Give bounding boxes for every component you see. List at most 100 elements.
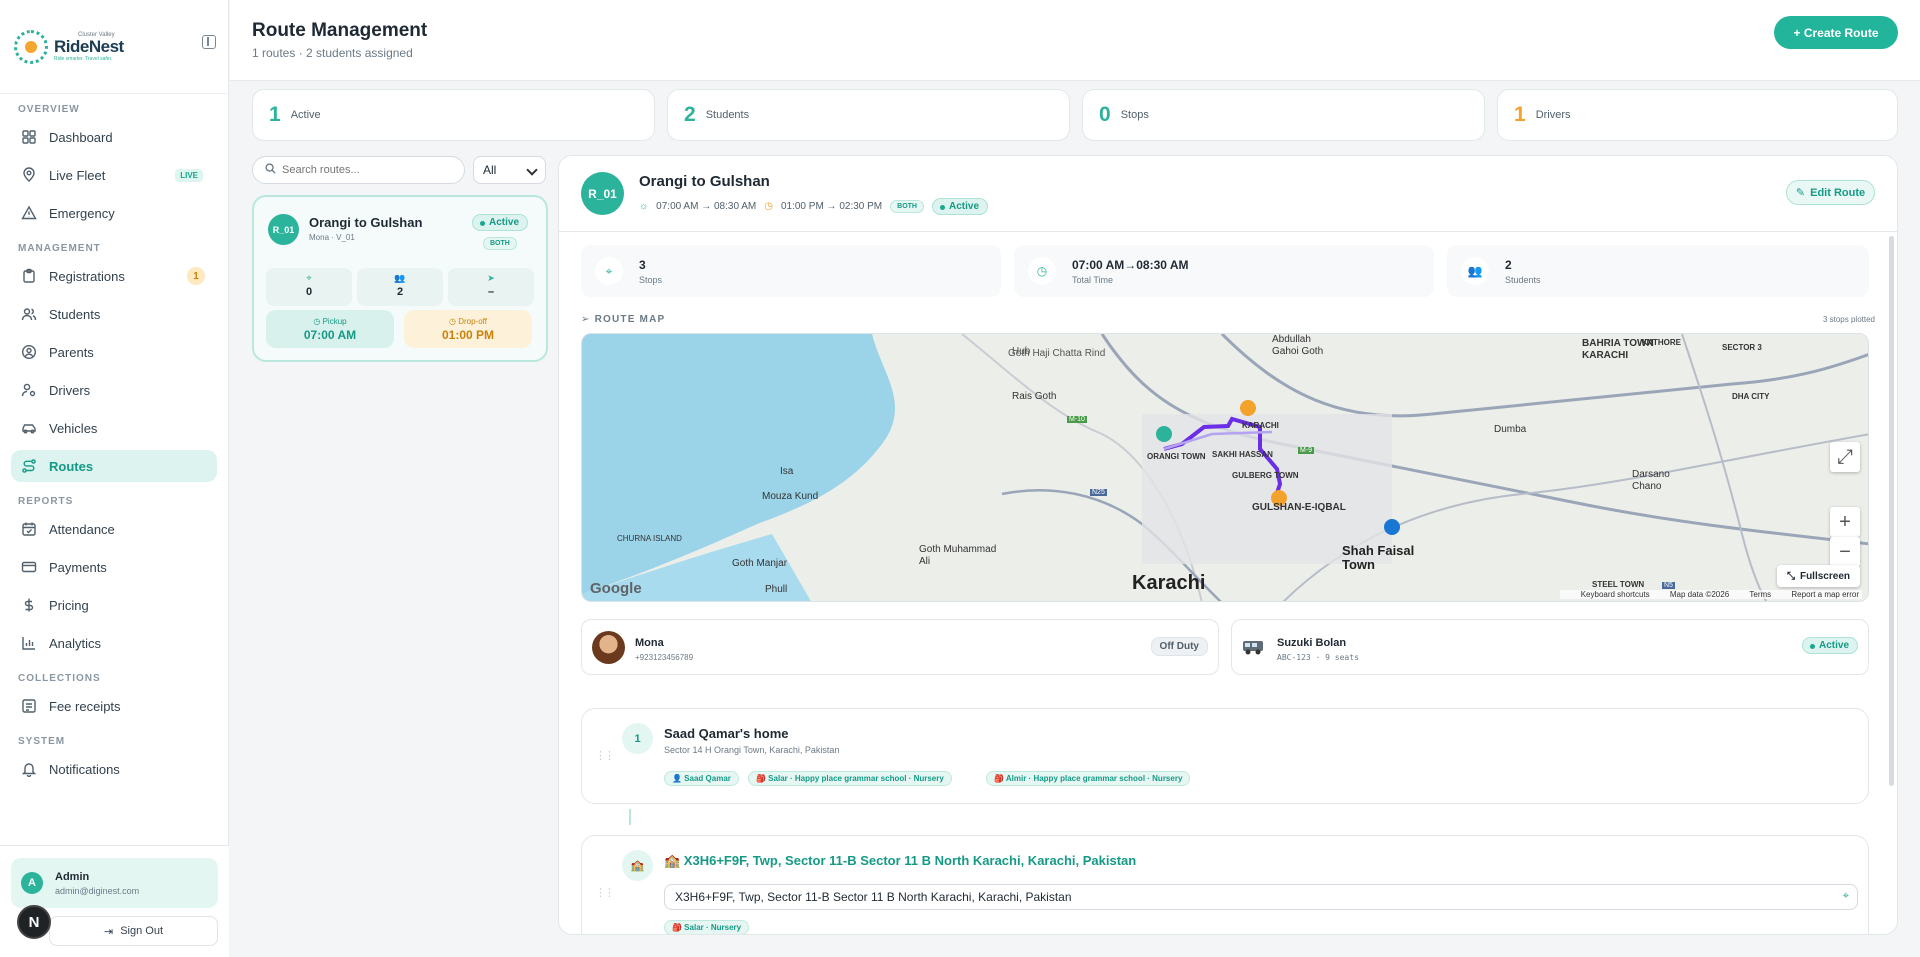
stop-card[interactable]: ⋮⋮ 🏫 🏫 X3H6+F9F, Twp, Sector 11-B Sector… [581,835,1869,934]
user-card[interactable]: A Admin admin@diginest.com [11,858,218,908]
sidebar-item-registrations[interactable]: Registrations 1 [11,260,217,292]
report-map-error-link[interactable]: Report a map error [1791,590,1859,599]
bell-icon [21,761,37,777]
map-label: Abdullah Gahoi Goth [1272,334,1324,357]
route-icon [21,458,37,474]
route-code-badge: R_01 [581,172,624,215]
pickup-label: Pickup [322,317,347,326]
map-recenter-button[interactable]: ⤢ [1830,442,1860,472]
sidebar-item-payments[interactable]: Payments [11,551,217,583]
vehicle-plate: ABC-123 · 9 seats [1277,653,1359,662]
logo-name: RideNest [54,36,124,56]
sidebar-item-dashboard[interactable]: Dashboard [11,121,217,153]
pencil-icon: ✎ [1795,187,1806,199]
map-label: Karachi [1132,572,1206,594]
calendar-check-icon [21,521,37,537]
map-label: Mouza Kund [762,491,819,502]
info-card-stops: ⌖ 3 Stops [581,245,1001,297]
stop-title: Saad Qamar's home [664,726,789,741]
stop-address-input[interactable]: X3H6+F9F, Twp, Sector 11-B Sector 11 B N… [664,884,1858,910]
user-key-icon [21,382,37,398]
dollar-icon [21,597,37,613]
sidebar-item-pricing[interactable]: Pricing [11,589,217,621]
stop-card[interactable]: ⋮⋮ 1 Saad Qamar's home Sector 14 H Orang… [581,708,1869,804]
sidebar-item-vehicles[interactable]: Vehicles [11,412,217,444]
route-detail-times: ☼ 07:00 AM → 08:30 AM ◷ 01:00 PM → 02:30… [639,198,996,215]
edit-route-button[interactable]: ✎ Edit Route [1786,180,1875,205]
zoom-out-button[interactable]: − [1830,537,1860,567]
map-label: Shah Faisal Town [1342,543,1415,572]
nav-section-overview: OVERVIEW [18,104,80,115]
driver-status-badge: Off Duty [1150,637,1208,656]
status-filter-select[interactable]: All [473,156,546,184]
sidebar-collapse-icon[interactable] [202,35,216,49]
sidebar-item-fee-receipts[interactable]: Fee receipts [11,690,217,722]
credit-card-icon [21,559,37,575]
logo-icon [14,29,48,64]
stat-value: 1 [1514,103,1526,126]
dropoff-time: 01:00 PM [441,328,495,342]
sidebar-item-analytics[interactable]: Analytics [11,627,217,659]
avatar: A [21,872,43,894]
sidebar-item-label: Vehicles [49,420,98,436]
map-label: GULSHAN-E-IQBAL [1252,502,1346,513]
route-detail-header: R_01 Orangi to Gulshan ☼ 07:00 AM → 08:3… [559,156,1897,232]
sidebar-item-notifications[interactable]: Notifications [11,753,217,785]
sidebar-item-attendance[interactable]: Attendance [11,513,217,545]
sidebar-item-students[interactable]: Students [11,298,217,330]
stat-label: Stops [1120,109,1149,121]
sidebar-item-label: Parents [49,344,94,360]
receipt-icon [21,698,37,714]
map-label: Hub [1012,346,1031,357]
drag-handle-icon[interactable]: ⋮⋮ [595,886,615,899]
clock-icon: ◷ [764,201,773,212]
map-label: STEEL TOWN [1592,580,1645,589]
edit-route-label: Edit Route [1810,186,1866,199]
sidebar-item-label: Attendance [49,521,115,537]
detail-scrollbar[interactable] [1889,236,1894,786]
nav-section-management: MANAGEMENT [18,243,101,254]
route-type-badge: BOTH [483,237,517,250]
route-students-value: 2 [396,286,404,298]
user-email: admin@diginest.com [55,885,140,896]
stop-tag: 🎒 Salar · Nursery [664,920,750,934]
keyboard-shortcuts-link[interactable]: Keyboard shortcuts [1581,590,1650,599]
map-road-label: M-10 [1067,416,1087,423]
stat-label: Active [290,109,321,121]
stat-card-drivers: 1 Drivers [1497,89,1898,141]
map-label: Goth Manjar [732,558,788,569]
driver-card[interactable]: Mona +923123456789 Off Duty [581,619,1219,675]
nav-section-collections: COLLECTIONS [18,673,101,684]
map-label: Isa [780,466,794,477]
drag-handle-icon[interactable]: ⋮⋮ [595,749,615,762]
pickup-time: 07:00 AM [303,328,357,342]
dev-tools-badge[interactable]: N [17,905,51,939]
terms-link[interactable]: Terms [1749,590,1771,599]
zoom-in-button[interactable]: + [1830,507,1860,537]
route-map[interactable]: Goth Haji Chatta Rind Hub Rais Goth ORAN… [581,333,1869,602]
sidebar-item-live-fleet[interactable]: Live Fleet LIVE [11,159,217,191]
logout-icon: ⇥ [103,925,114,938]
sidebar-item-label: Students [49,306,101,322]
logo-tagline: Ride smarter. Travel safer. [54,55,113,62]
stat-value: 0 [1099,103,1111,126]
school-icon: 🏫 [622,850,653,881]
route-card[interactable]: R_01 Orangi to Gulshan Mona · V_01 Activ… [252,195,548,362]
fullscreen-button[interactable]: ⤡ Fullscreen [1776,565,1860,587]
navigation-icon: ➤ [487,273,495,283]
sidebar-item-drivers[interactable]: Drivers [11,374,217,406]
stops-plotted-count: 3 stops plotted [1822,315,1875,324]
sidebar-item-routes[interactable]: Routes [11,450,217,482]
map-road-label: N5 [1662,582,1675,589]
create-route-button[interactable]: + Create Route [1774,16,1898,49]
map-label: Rais Goth [1012,391,1057,402]
clock-icon: ◷ [313,317,323,326]
vehicle-card[interactable]: Suzuki Bolan ABC-123 · 9 seats Active [1231,619,1869,675]
stop-connector [629,809,631,825]
sidebar-item-parents[interactable]: Parents [11,336,217,368]
stat-card-stops: 0 Stops [1082,89,1485,141]
search-input[interactable] [282,164,442,176]
route-distance-stat: ➤ – [448,268,534,306]
sidebar-item-emergency[interactable]: Emergency [11,197,217,229]
sign-out-button[interactable]: ⇥ Sign Out [49,916,218,946]
